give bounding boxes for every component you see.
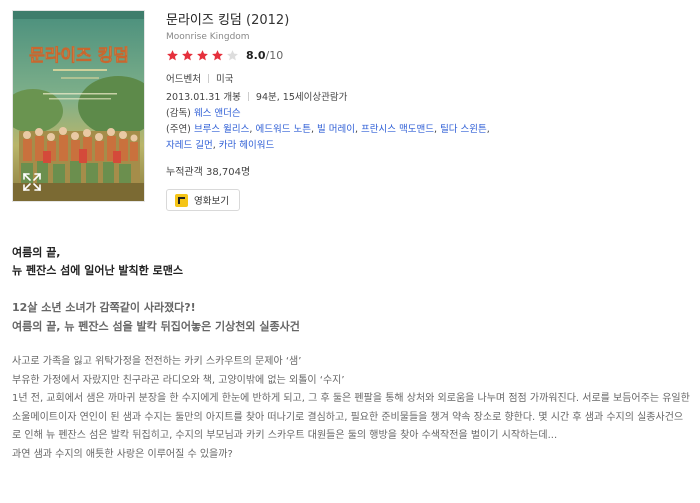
tagline-secondary: 12살 소년 소녀가 감쪽같이 사라졌다?! 여름의 끝, 뉴 펜잔스 섬을 발… bbox=[12, 298, 692, 336]
genre: 어드벤처 bbox=[166, 74, 201, 85]
rating-row: 8.0 /10 bbox=[166, 47, 686, 63]
poster-title: 문라이즈 킹덤 bbox=[29, 46, 129, 66]
movie-title-row: 문라이즈 킹덤 (2012) bbox=[166, 12, 686, 30]
tagline-primary-line: 여름의 끝, bbox=[12, 246, 61, 259]
watch-movie-label: 영화보기 bbox=[194, 196, 229, 207]
movie-title[interactable]: 문라이즈 킹덤 bbox=[166, 13, 242, 28]
divider bbox=[207, 74, 209, 83]
release-info: 2013.01.31 개봉 94분, 15세이상관람가 bbox=[166, 90, 686, 106]
runtime-rating: 94분, 15세이상관람가 bbox=[255, 92, 348, 103]
tagline-primary: 여름의 끝, 뉴 펜잔스 섬에 일어난 발칙한 로맨스 bbox=[12, 244, 692, 280]
tagline-primary-line: 뉴 펜잔스 섬에 일어난 발칙한 로맨스 bbox=[12, 264, 183, 277]
cast-link[interactable]: 틸다 스윈튼 bbox=[440, 124, 487, 135]
cast-line: (주연) 브루스 윌리스, 에드워드 노튼, 빌 머레이, 프란시스 맥도맨드,… bbox=[166, 124, 490, 151]
watch-movie-button[interactable]: 영화보기 bbox=[166, 189, 240, 211]
cast-link[interactable]: 자레드 길먼 bbox=[166, 140, 213, 151]
star-filled-icon bbox=[197, 49, 208, 60]
synopsis-paragraph: 1년 전, 교회에서 샘은 까마귀 분장을 한 수지에게 한눈에 반하게 되고,… bbox=[12, 393, 690, 441]
director-link[interactable]: 웨스 앤더슨 bbox=[194, 108, 241, 119]
star-empty-icon bbox=[227, 49, 238, 60]
original-title: Moonrise Kingdom bbox=[166, 32, 250, 42]
expand-icon[interactable] bbox=[21, 171, 43, 193]
cast-link[interactable]: 카라 헤이워드 bbox=[219, 140, 274, 151]
movie-poster[interactable]: 문라이즈 킹덤 bbox=[12, 10, 145, 202]
cast-link[interactable]: 빌 머레이 bbox=[317, 124, 355, 135]
release-date: 2013.01.31 개봉 bbox=[166, 92, 241, 103]
star-filled-icon bbox=[182, 49, 193, 60]
divider bbox=[247, 92, 249, 101]
cast-link[interactable]: 브루스 윌리스 bbox=[194, 124, 249, 135]
audience-count: 누적관객 38,704명 bbox=[166, 167, 251, 178]
star-filled-icon bbox=[167, 49, 178, 60]
tagline-secondary-line: 12살 소년 소녀가 감쪽같이 사라졌다?! bbox=[12, 301, 196, 314]
synopsis: 사고로 가족을 잃고 위탁가정을 전전하는 카키 스카우트의 문제아 ‘샘’ 부… bbox=[12, 353, 692, 464]
star-filled-icon bbox=[212, 49, 223, 60]
rating-stars bbox=[166, 49, 241, 62]
cast-label: (주연) bbox=[166, 124, 191, 135]
cast-link[interactable]: 프란시스 맥도맨드 bbox=[361, 124, 434, 135]
rating-score: 8.0 bbox=[246, 48, 266, 62]
synopsis-paragraph: 과연 샘과 수지의 애틋한 사랑은 이루어질 수 있을까? bbox=[12, 448, 233, 460]
director-label: (감독) bbox=[166, 108, 191, 119]
country: 미국 bbox=[215, 74, 234, 85]
tagline-secondary-line: 여름의 끝, 뉴 펜잔스 섬을 발칵 뒤집어놓은 기상천외 실종사건 bbox=[12, 320, 300, 333]
synopsis-paragraph: 부유한 가정에서 자랐지만 친구라곤 라디오와 책, 고양이밖에 없는 외톨이 … bbox=[12, 374, 345, 386]
cast-link[interactable]: 에드워드 노튼 bbox=[255, 124, 310, 135]
rating-max: /10 bbox=[265, 48, 284, 62]
genre-country: 어드벤처 미국 bbox=[166, 72, 686, 88]
director-line: (감독) 웨스 앤더슨 bbox=[166, 106, 686, 122]
movie-year: (2012) bbox=[246, 13, 290, 28]
play-icon bbox=[175, 193, 188, 207]
synopsis-paragraph: 사고로 가족을 잃고 위탁가정을 전전하는 카키 스카우트의 문제아 ‘샘’ bbox=[12, 356, 302, 367]
movie-info: 문라이즈 킹덤 (2012) Moonrise Kingdom 8.0 /10 … bbox=[166, 12, 686, 211]
